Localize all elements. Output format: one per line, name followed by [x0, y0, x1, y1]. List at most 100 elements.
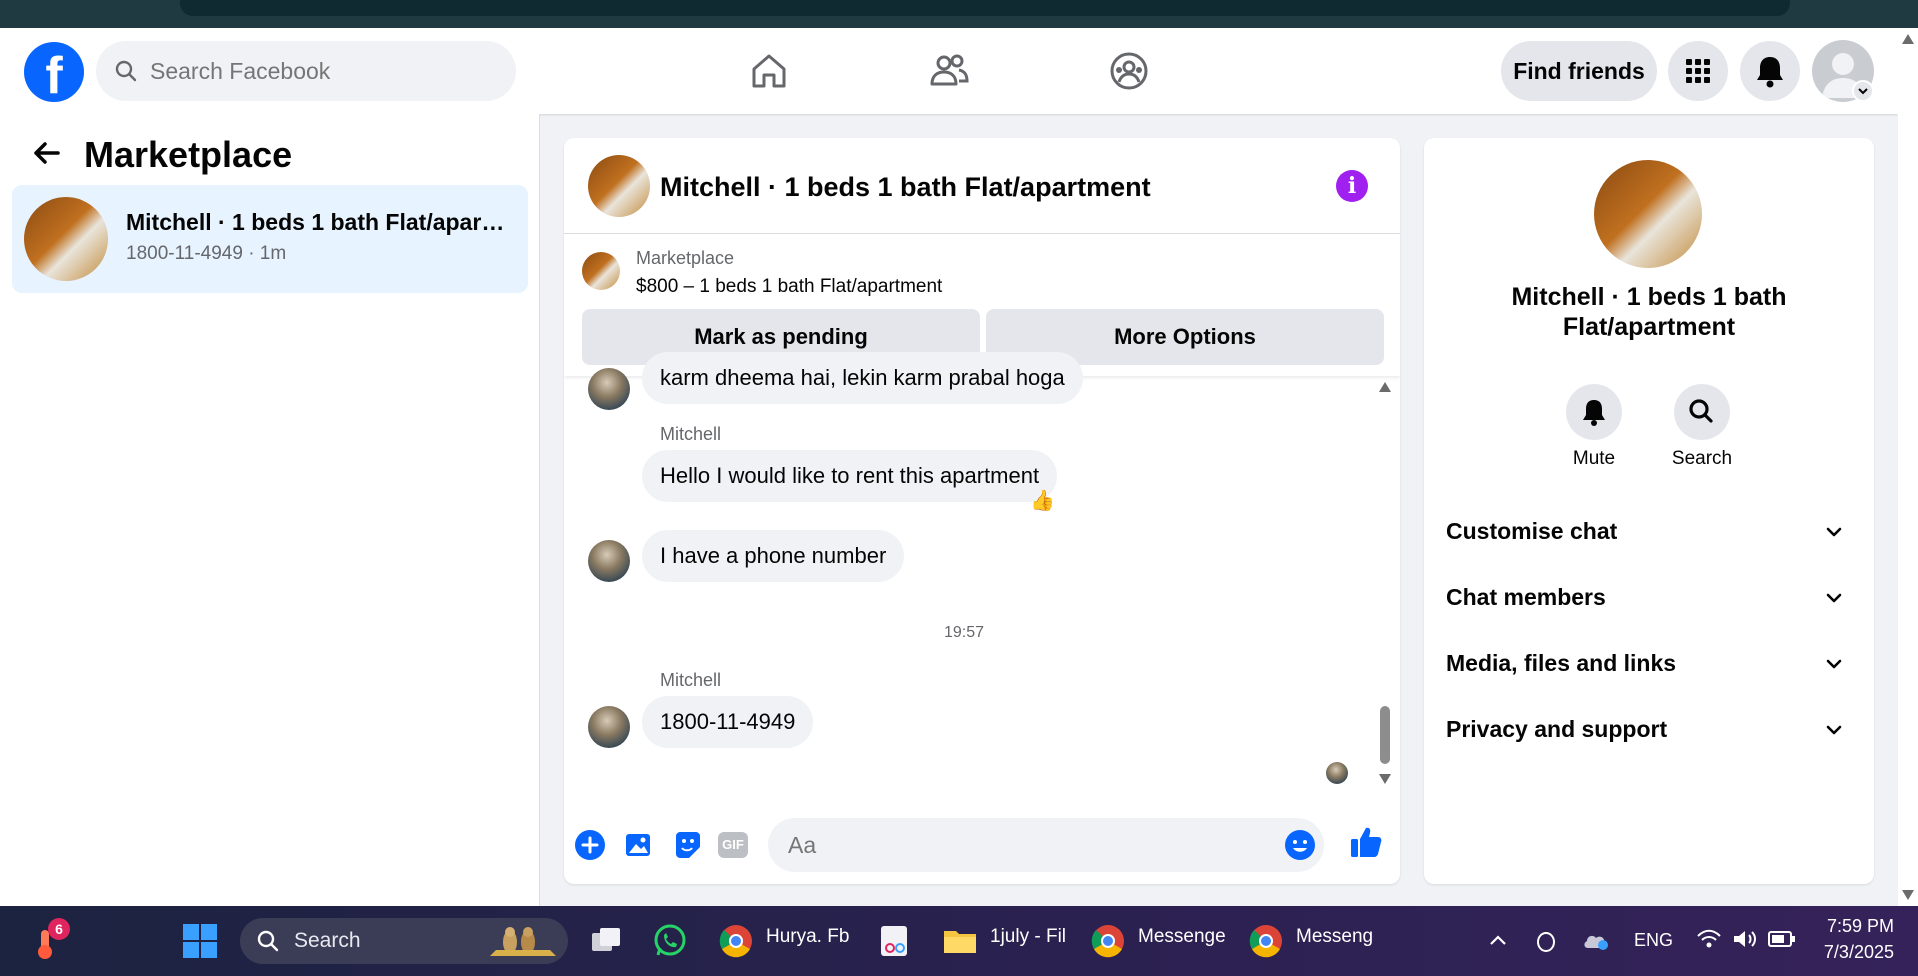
gif-icon[interactable]: GIF — [718, 832, 748, 858]
scroll-up-icon[interactable] — [1902, 34, 1914, 44]
bell-icon — [1757, 57, 1783, 88]
listing-price[interactable]: $800 – 1 beds 1 bath Flat/apartment — [636, 276, 942, 298]
weather-badge: 6 — [48, 918, 70, 940]
onedrive-sync-icon[interactable] — [1534, 928, 1558, 954]
chevron-down-icon — [1826, 527, 1842, 537]
page-scrollbar[interactable] — [1898, 28, 1918, 906]
notifications-button[interactable] — [1740, 41, 1800, 101]
facebook-header: f Find friends — [0, 28, 1898, 114]
taskbar-app-label[interactable]: Messenge — [1296, 926, 1374, 948]
listing-thumbnail — [24, 197, 108, 281]
chevron-down-icon — [1826, 593, 1842, 603]
clock-time[interactable]: 7:59 PM — [1820, 916, 1894, 937]
message-bubble[interactable]: Hello I would like to rent this apartmen… — [642, 450, 1058, 502]
marketplace-sidebar: Marketplace Mitchell · 1 beds 1 bath Fla… — [0, 114, 540, 906]
back-arrow-icon[interactable] — [30, 136, 64, 170]
plus-circle-icon[interactable] — [574, 829, 606, 861]
conversation-item[interactable]: Mitchell · 1 beds 1 bath Flat/apart... 1… — [12, 185, 528, 293]
message-bubble[interactable]: karm dheema hai, lekin karm prabal hoga — [642, 352, 1083, 404]
search-label: Search — [1671, 448, 1733, 469]
windows-taskbar: 6 Search Hurya. Fb 1july - Fil Messenge … — [0, 906, 1918, 976]
task-view-icon[interactable] — [588, 923, 624, 959]
sticker-icon[interactable] — [672, 830, 702, 860]
sender-avatar[interactable] — [588, 706, 630, 748]
groups-icon[interactable] — [1108, 50, 1150, 92]
sender-avatar[interactable] — [588, 540, 630, 582]
customise-chat-row[interactable]: Customise chat — [1446, 506, 1854, 556]
facebook-logo[interactable]: f — [24, 42, 84, 102]
row-label: Media, files and links — [1446, 650, 1677, 676]
message-scrollbar-thumb[interactable] — [1380, 706, 1390, 764]
account-menu-caret[interactable] — [1852, 80, 1874, 102]
volume-icon[interactable] — [1732, 928, 1758, 950]
conversation-preview: 1800-11-4949 · 1m — [126, 243, 287, 264]
taskbar-app-label[interactable]: Messenge — [1138, 926, 1256, 948]
home-icon[interactable] — [748, 50, 790, 92]
scroll-down-icon[interactable] — [1379, 774, 1391, 784]
search-in-chat-button[interactable] — [1674, 384, 1730, 440]
message-bubble[interactable]: I have a phone number — [642, 530, 905, 582]
taskbar-search[interactable]: Search — [240, 918, 568, 964]
wifi-icon[interactable] — [1696, 928, 1722, 950]
clock-date[interactable]: 7/3/2025 — [1808, 942, 1894, 963]
thumbs-up-icon[interactable] — [1348, 824, 1384, 860]
mute-button[interactable] — [1566, 384, 1622, 440]
windows-start-icon[interactable] — [182, 923, 218, 959]
mute-label: Mute — [1572, 448, 1616, 469]
message-input[interactable] — [786, 830, 1266, 860]
page-title: Marketplace — [84, 134, 293, 175]
whatsapp-icon[interactable] — [652, 923, 688, 959]
info-icon[interactable]: i — [1336, 170, 1368, 202]
chevron-down-icon — [1826, 659, 1842, 669]
find-friends-button[interactable]: Find friends — [1501, 41, 1657, 101]
thumbs-up-reaction-icon[interactable]: 👍 — [1030, 488, 1055, 513]
chrome-icon[interactable] — [1090, 923, 1126, 959]
chat-members-row[interactable]: Chat members — [1446, 572, 1854, 622]
chat-info-name: Mitchell · 1 beds 1 bath Flat/apartment — [1511, 283, 1787, 341]
language-indicator[interactable]: ENG — [1634, 930, 1673, 951]
chevron-down-icon — [1826, 725, 1842, 735]
chevron-down-icon — [1858, 88, 1868, 95]
battery-icon[interactable] — [1768, 930, 1796, 948]
taskbar-app-label[interactable]: Hurya. Fb — [766, 926, 849, 948]
chrome-icon[interactable] — [718, 923, 754, 959]
chat-info-panel: Mitchell · 1 beds 1 bath Flat/apartment … — [1424, 138, 1874, 884]
sender-name: Mitchell — [660, 424, 722, 444]
chrome-icon[interactable] — [1248, 923, 1284, 959]
scroll-up-icon[interactable] — [1379, 382, 1391, 392]
listing-thumbnail[interactable] — [582, 252, 620, 290]
media-files-links-row[interactable]: Media, files and links — [1446, 638, 1854, 688]
taskbar-search-label: Search — [294, 929, 361, 952]
search-facebook-box[interactable] — [96, 41, 516, 101]
taskbar-app-label[interactable]: 1july - Fil — [990, 926, 1066, 948]
photo-icon[interactable] — [624, 830, 654, 860]
chat-avatar[interactable] — [588, 155, 650, 217]
privacy-support-row[interactable]: Privacy and support — [1446, 704, 1854, 754]
seen-by-avatar — [1326, 762, 1348, 784]
banner-label: Marketplace — [636, 248, 735, 268]
row-label: Chat members — [1446, 584, 1606, 610]
chat-title[interactable]: Mitchell · 1 beds 1 bath Flat/apartment — [660, 172, 1151, 203]
file-explorer-icon[interactable] — [942, 923, 978, 959]
browser-address-bar[interactable] — [180, 0, 1790, 16]
menu-button[interactable] — [1668, 41, 1728, 101]
cloud-info-icon[interactable] — [1582, 928, 1610, 952]
search-icon — [115, 60, 137, 82]
message-bubble[interactable]: 1800-11-4949 — [642, 696, 814, 748]
grid-menu-icon — [1686, 59, 1710, 83]
friends-icon[interactable] — [928, 50, 970, 92]
snipping-tool-icon[interactable] — [876, 923, 912, 959]
message-list[interactable]: karm dheema hai, lekin karm prabal hoga … — [564, 352, 1400, 806]
scroll-down-icon[interactable] — [1902, 890, 1914, 900]
bell-icon — [1583, 400, 1605, 426]
search-input[interactable] — [148, 55, 488, 87]
sender-avatar[interactable] — [588, 368, 630, 410]
sender-name: Mitchell — [660, 670, 722, 690]
row-label: Customise chat — [1446, 518, 1618, 544]
emoji-icon[interactable] — [1284, 829, 1316, 861]
chat-info-avatar[interactable] — [1594, 160, 1702, 268]
chat-header: Mitchell · 1 beds 1 bath Flat/apartment … — [564, 138, 1400, 234]
message-input-box[interactable] — [768, 818, 1324, 872]
chevron-up-icon[interactable] — [1488, 932, 1508, 948]
search-icon — [257, 930, 279, 952]
